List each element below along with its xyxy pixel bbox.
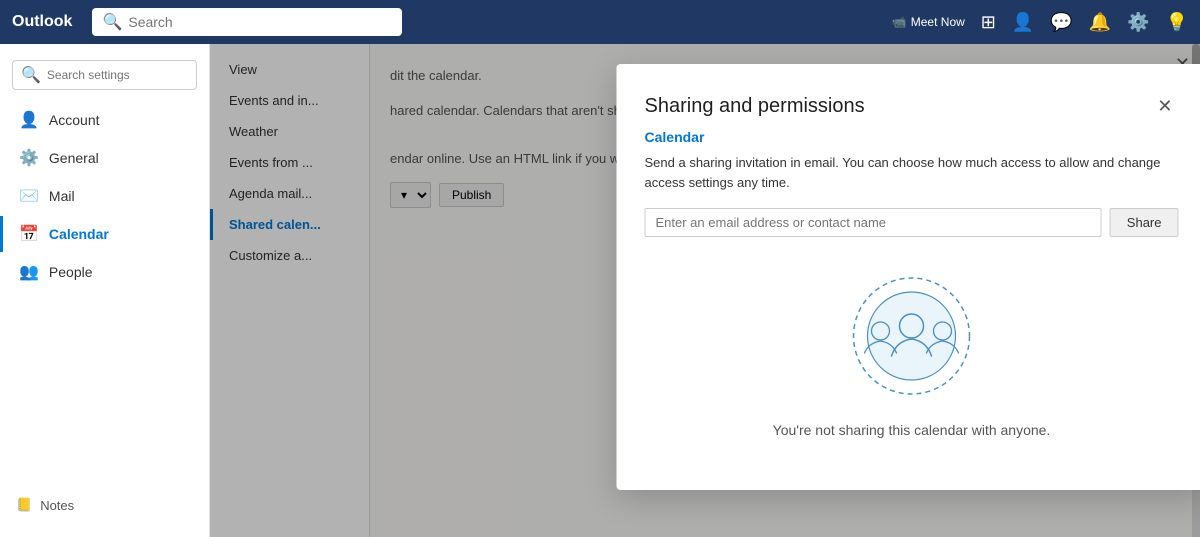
sidebar-item-calendar[interactable]: 📅 Calendar [0,216,209,252]
account-icon: 👤 [19,110,39,130]
main-layout: 🔍 👤 Account ⚙️ General ✉️ Mail 📅 Calenda… [0,44,1200,537]
people-icon[interactable]: 👤 [1012,12,1034,33]
top-bar-actions: 📹 Meet Now ⊞ 👤 💬 🔔 ⚙️ 💡 [892,12,1188,33]
empty-state: You're not sharing this calendar with an… [645,261,1179,458]
sidebar-item-mail[interactable]: ✉️ Mail [0,178,209,214]
share-button[interactable]: Share [1110,208,1179,237]
sidebar: 🔍 👤 Account ⚙️ General ✉️ Mail 📅 Calenda… [0,44,210,537]
sidebar-item-label-mail: Mail [49,188,75,204]
calendar-icon: 📅 [19,224,39,244]
search-bar[interactable]: 🔍 [92,8,402,36]
search-icon: 🔍 [102,12,122,32]
email-input[interactable] [645,208,1102,237]
top-bar: Outlook 🔍 📹 Meet Now ⊞ 👤 💬 🔔 ⚙️ 💡 [0,0,1200,44]
modal-close-button[interactable]: ✕ [1151,92,1178,121]
sidebar-item-people[interactable]: 👥 People [0,254,209,290]
sidebar-item-general[interactable]: ⚙️ General [0,140,209,176]
notes-label: Notes [40,498,74,513]
sharing-permissions-modal: Sharing and permissions ✕ Calendar Send … [617,64,1200,490]
sidebar-item-notes[interactable]: 📒 Notes [0,489,209,521]
empty-state-text: You're not sharing this calendar with an… [773,422,1051,438]
sidebar-search-input[interactable] [47,68,188,82]
sidebar-item-label-people: People [49,264,93,280]
sidebar-search-icon: 🔍 [21,65,41,85]
chat-icon[interactable]: 💬 [1050,12,1072,33]
sidebar-item-label-calendar: Calendar [49,226,109,242]
sidebar-item-label-general: General [49,150,99,166]
bell-icon[interactable]: 🔔 [1089,12,1111,33]
search-input[interactable] [128,14,392,30]
settings-icon[interactable]: ⚙️ [1127,12,1149,33]
meet-now-button[interactable]: 📹 Meet Now [892,15,965,29]
sidebar-search-box[interactable]: 🔍 [12,60,197,90]
sidebar-item-account[interactable]: 👤 Account [0,102,209,138]
modal-title: Sharing and permissions [645,95,865,118]
outlook-logo: Outlook [12,13,72,31]
sidebar-item-label-account: Account [49,112,100,128]
modal-description: Send a sharing invitation in email. You … [645,153,1179,192]
mail-icon: ✉️ [19,186,39,206]
sharing-illustration [847,271,977,406]
apps-icon[interactable]: ⊞ [981,12,996,33]
modal-share-row: Share [645,208,1179,237]
modal-subtitle: Calendar [645,129,1179,145]
help-icon[interactable]: 💡 [1166,12,1188,33]
notes-icon: 📒 [16,497,32,513]
people-icon: 👥 [19,262,39,282]
general-icon: ⚙️ [19,148,39,168]
modal-header: Sharing and permissions ✕ [645,92,1179,121]
video-icon: 📹 [892,15,907,29]
